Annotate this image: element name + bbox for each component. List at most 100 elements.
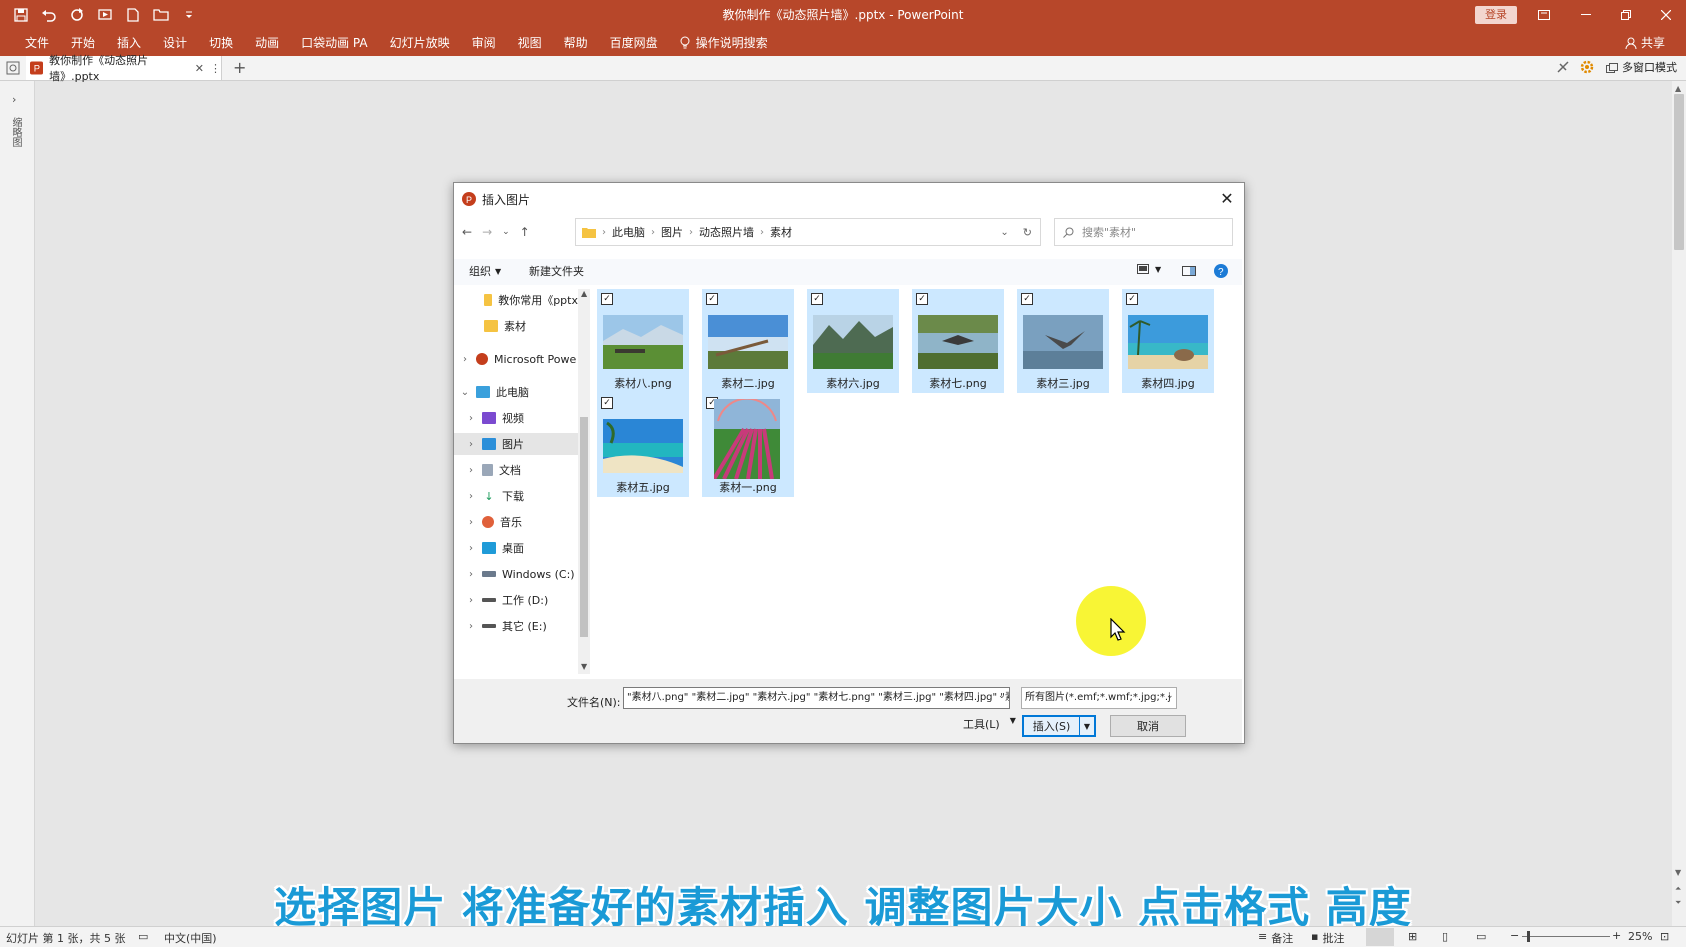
refresh-icon[interactable]: ↻: [1023, 226, 1032, 239]
file-item[interactable]: ✓ 素材八.png: [597, 289, 689, 393]
expand-icon[interactable]: ›: [466, 517, 476, 528]
zoom-slider-handle[interactable]: [1527, 931, 1530, 942]
organize-menu[interactable]: 组织 ▼: [469, 263, 501, 279]
address-bar[interactable]: › 此电脑 › 图片 › 动态照片墙 › 素材 ⌄ ↻: [575, 218, 1041, 246]
tab-baidu-netdisk[interactable]: 百度网盘: [599, 30, 669, 56]
nav-item-videos[interactable]: › 视频: [454, 407, 578, 429]
multi-window-mode-button[interactable]: 多窗口模式: [1606, 56, 1677, 80]
close-window-icon[interactable]: [1646, 0, 1686, 30]
file-checkbox[interactable]: ✓: [706, 293, 718, 305]
language-indicator[interactable]: 中文(中国): [164, 930, 217, 946]
file-item[interactable]: ✓ 素材三.jpg: [1017, 289, 1109, 393]
file-type-dropdown-icon[interactable]: ⌄: [1166, 691, 1174, 701]
nav-item-documents[interactable]: › 文档: [454, 459, 578, 481]
fit-to-window-icon[interactable]: ⊡: [1660, 930, 1669, 943]
nav-item-recent-folder[interactable]: 教你常用《pptx: [454, 289, 578, 311]
zoom-slider[interactable]: [1522, 936, 1610, 937]
address-dropdown-icon[interactable]: ⌄: [1000, 227, 1008, 238]
notes-button[interactable]: ≡ 备注: [1258, 930, 1293, 946]
settings-gear-icon[interactable]: [1580, 60, 1594, 77]
expand-icon[interactable]: ›: [466, 621, 476, 632]
file-item[interactable]: ✓ 素材四.jpg: [1122, 289, 1214, 393]
login-button[interactable]: 登录: [1475, 6, 1517, 24]
expand-icon[interactable]: ›: [460, 354, 470, 365]
slide-sorter-icon[interactable]: ⊞: [1408, 930, 1417, 943]
up-folder-icon[interactable]: ↑: [520, 225, 530, 239]
filename-dropdown-icon[interactable]: ⌄: [998, 691, 1006, 701]
file-item[interactable]: ✓ 素材六.jpg: [807, 289, 899, 393]
recent-locations-icon[interactable]: ⌄: [502, 227, 510, 237]
ribbon-display-options-icon[interactable]: [1524, 0, 1564, 30]
reading-view-icon[interactable]: ▯: [1442, 930, 1448, 943]
tab-view[interactable]: 视图: [507, 30, 553, 56]
back-icon[interactable]: ←: [462, 225, 472, 239]
new-tab-icon[interactable]: +: [233, 58, 246, 77]
file-checkbox[interactable]: ✓: [601, 397, 613, 409]
file-checkbox[interactable]: ✓: [1126, 293, 1138, 305]
slide-counter[interactable]: 幻灯片 第 1 张，共 5 张: [6, 930, 125, 946]
tab-menu-icon[interactable]: ⋮: [210, 62, 221, 75]
restore-icon[interactable]: [1606, 0, 1646, 30]
cancel-button[interactable]: 取消: [1110, 715, 1186, 737]
tab-history-icon[interactable]: [6, 61, 20, 78]
tab-slideshow[interactable]: 幻灯片放映: [379, 30, 461, 56]
file-checkbox[interactable]: ✓: [916, 293, 928, 305]
file-checkbox[interactable]: ✓: [1021, 293, 1033, 305]
new-folder-button[interactable]: 新建文件夹: [529, 263, 584, 279]
tell-me-search[interactable]: 操作说明搜索: [669, 30, 779, 56]
document-tab[interactable]: P 教你制作《动态照片墙》.pptx ✕ ⋮: [26, 54, 222, 83]
forward-icon[interactable]: →: [482, 225, 492, 239]
nav-item-downloads[interactable]: › ↓ 下载: [454, 485, 578, 507]
zoom-out-icon[interactable]: −: [1510, 929, 1519, 942]
expand-icon[interactable]: ›: [466, 491, 476, 502]
tab-pocket-animation[interactable]: 口袋动画 PA: [290, 30, 379, 56]
preview-pane-icon[interactable]: [1182, 265, 1196, 279]
expand-icon[interactable]: ›: [466, 465, 476, 476]
nav-item-microsoft-powerpoint[interactable]: › Microsoft Powe: [454, 348, 578, 370]
close-tab-icon[interactable]: ✕: [195, 62, 204, 75]
scrollbar-thumb[interactable]: [1674, 94, 1684, 250]
nav-scroll-up-icon[interactable]: ▲: [581, 289, 587, 298]
scroll-up-icon[interactable]: ▲: [1675, 84, 1681, 93]
nav-item-desktop[interactable]: › 桌面: [454, 537, 578, 559]
file-item[interactable]: ✓ 素材七.png: [912, 289, 1004, 393]
insert-options-icon[interactable]: ▼: [1079, 717, 1094, 735]
tab-help[interactable]: 帮助: [553, 30, 599, 56]
expand-icon[interactable]: ›: [466, 569, 476, 580]
filename-input[interactable]: "素材八.png" "素材二.jpg" "素材六.jpg" "素材七.png" …: [623, 687, 1010, 709]
nav-scroll-down-icon[interactable]: ▼: [581, 662, 587, 671]
spellcheck-icon[interactable]: ▭: [138, 930, 148, 943]
nav-item-pictures[interactable]: › 图片: [454, 433, 578, 455]
expand-thumbnails-icon[interactable]: ›: [12, 93, 16, 106]
minimize-icon[interactable]: [1566, 0, 1606, 30]
file-item[interactable]: ✓ 素材二.jpg: [702, 289, 794, 393]
breadcrumb-material[interactable]: 素材: [770, 224, 792, 240]
file-checkbox[interactable]: ✓: [811, 293, 823, 305]
tab-animations[interactable]: 动画: [244, 30, 290, 56]
breadcrumb-pictures[interactable]: 图片: [661, 224, 683, 240]
nav-item-material-folder[interactable]: 素材: [454, 315, 578, 337]
share-button[interactable]: 共享: [1625, 30, 1665, 56]
collapse-icon[interactable]: ⌄: [460, 387, 470, 398]
nav-item-music[interactable]: › 音乐: [454, 511, 578, 533]
tab-review[interactable]: 审阅: [461, 30, 507, 56]
comments-button[interactable]: ▪ 批注: [1311, 930, 1344, 946]
tab-transitions[interactable]: 切换: [198, 30, 244, 56]
navigation-scroll-thumb[interactable]: [580, 417, 588, 637]
nav-item-drive-d[interactable]: › 工作 (D:): [454, 589, 578, 611]
zoom-in-icon[interactable]: +: [1612, 929, 1621, 942]
nav-item-this-pc[interactable]: ⌄ 此电脑: [454, 381, 578, 403]
nav-item-drive-c[interactable]: › Windows (C:): [454, 563, 578, 585]
file-checkbox[interactable]: ✓: [601, 293, 613, 305]
expand-icon[interactable]: ›: [466, 413, 476, 424]
tools-menu[interactable]: 工具(L) ▼: [963, 716, 1016, 732]
slideshow-view-icon[interactable]: ▭: [1476, 930, 1486, 943]
breadcrumb-photo-wall[interactable]: 动态照片墙: [699, 224, 754, 240]
expand-icon[interactable]: ›: [466, 543, 476, 554]
help-icon[interactable]: ?: [1214, 264, 1228, 281]
search-input[interactable]: 搜索"素材": [1054, 218, 1233, 246]
dialog-close-icon[interactable]: ✕: [1216, 187, 1238, 209]
file-type-select[interactable]: 所有图片(*.emf;*.wmf;*.jpg;*.j: [1021, 687, 1177, 709]
normal-view-icon[interactable]: [1366, 928, 1394, 946]
file-item[interactable]: ✓ 素材一.png: [702, 393, 794, 497]
